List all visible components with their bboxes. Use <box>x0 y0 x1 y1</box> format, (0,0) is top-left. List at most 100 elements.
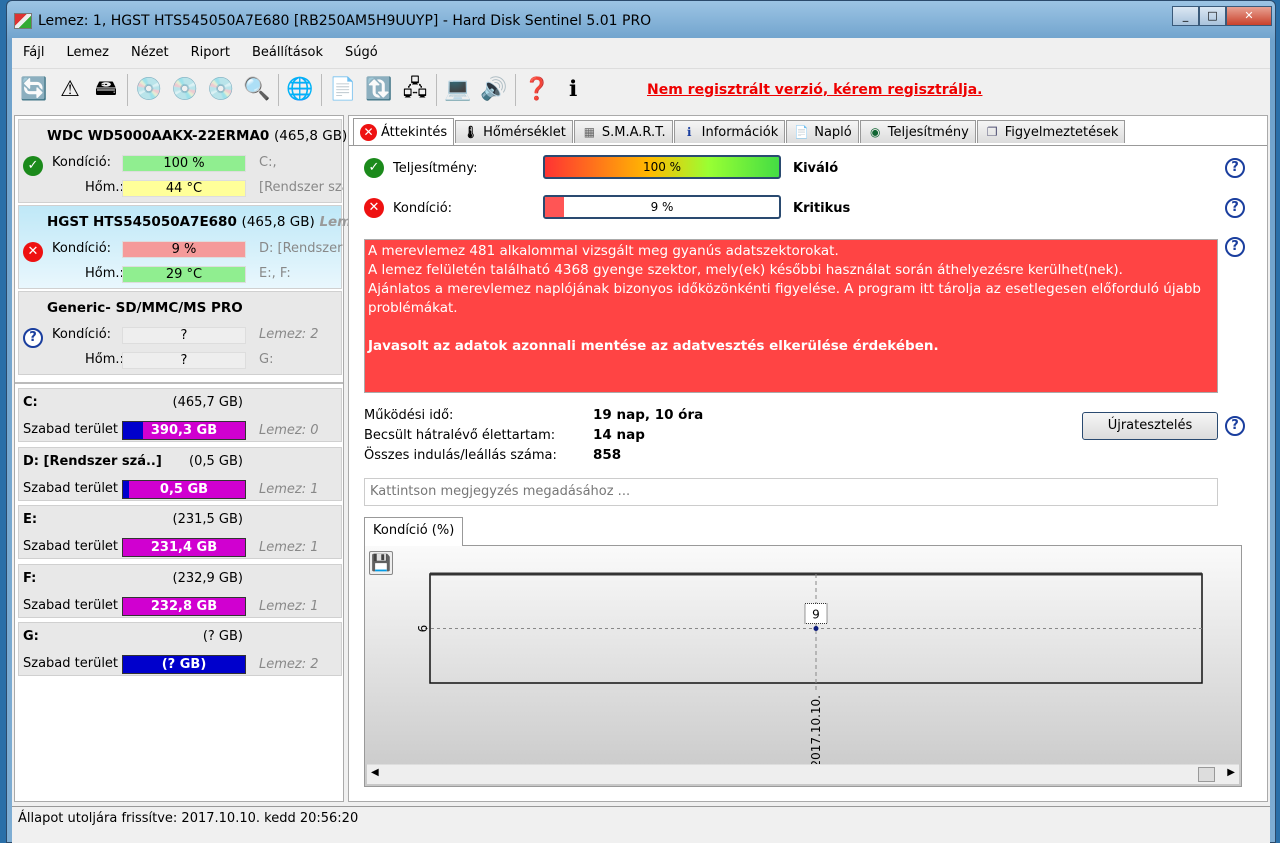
volume-name: C: <box>23 395 38 410</box>
volume-item[interactable]: G: (? GB) Szabad terület (? GB) Lemez: 2 <box>18 622 342 676</box>
y-tick-label: 9 <box>415 625 429 633</box>
tab-log[interactable]: 📄 Napló <box>786 120 859 143</box>
startstop-value: 858 <box>593 447 622 463</box>
menu-item[interactable]: Beállítások <box>241 41 334 65</box>
sync-icon: 🔃 <box>365 77 393 102</box>
menu-item[interactable]: Fájl <box>12 41 55 65</box>
menu-item[interactable]: Súgó <box>334 41 389 65</box>
tab-info[interactable]: ℹ Információk <box>673 120 786 143</box>
condition-label: Kondíció: <box>393 201 453 216</box>
disk-button[interactable]: 🖴 <box>88 72 124 108</box>
free-space-bar: 231,4 GB <box>122 538 246 557</box>
menu-item[interactable]: Lemez <box>55 41 120 65</box>
menu-item[interactable]: Riport <box>180 41 241 65</box>
alert-refresh-button[interactable]: ⚠ <box>52 72 88 108</box>
sync-button[interactable]: 🔃 <box>361 72 397 108</box>
disk-sound-button[interactable]: 💿 <box>131 72 167 108</box>
ok-icon: ✓ <box>23 156 43 176</box>
free-space-label: Szabad terület <box>23 480 119 496</box>
network-icon: 🖧 <box>402 75 428 101</box>
speaker-button[interactable]: 🔊 <box>476 72 512 108</box>
volume-name: D: [Rendszer szá..] <box>23 453 162 469</box>
help-icon[interactable]: ? <box>1225 237 1245 257</box>
help-icon[interactable]: ? <box>1225 158 1245 178</box>
info-icon: ℹ <box>568 77 578 102</box>
volume-disk: Lemez: 0 <box>259 423 319 438</box>
free-space-bar: 0,5 GB <box>122 479 246 499</box>
help-icon: ❓ <box>523 77 551 102</box>
volume-item[interactable]: D: [Rendszer szá..] (0,5 GB) Szabad terüle… <box>18 446 342 501</box>
disk-check-button[interactable]: 💿 <box>203 72 239 108</box>
status-bar: Állapot utoljára frissítve: 2017.10.10. … <box>12 806 1270 831</box>
disk-partitions: G: <box>259 352 274 367</box>
help-icon[interactable]: ? <box>1225 416 1245 436</box>
tab-chip[interactable]: ▦ S.M.A.R.T. <box>573 120 673 143</box>
close-button[interactable]: ✕ <box>1226 6 1272 26</box>
client-area: Fájl Lemez Nézet Riport Beállítások Súgó 🔄 ⚠ 🖴 💿… <box>12 38 1270 843</box>
window-controls: _ □ ✕ <box>1172 6 1272 26</box>
volume-disk: Lemez: 1 <box>259 540 319 555</box>
disk-partitions: E:, F: <box>259 266 291 281</box>
free-space-label: Szabad terület <box>23 539 119 554</box>
refresh-button[interactable]: 🔄 <box>16 72 52 108</box>
minimize-button[interactable]: _ <box>1172 6 1199 26</box>
free-space-label: Szabad terület <box>23 422 119 437</box>
volume-item[interactable]: C: (465,7 GB) Szabad terület 390,3 GB Lemez:… <box>18 388 342 442</box>
data-label: 9 <box>812 608 820 622</box>
condition-label: Kondíció: <box>52 241 112 256</box>
toolbar-separator <box>127 73 128 106</box>
gauge-icon: ◉ <box>869 124 881 139</box>
condition-value: ? <box>122 327 246 344</box>
maximize-button[interactable]: □ <box>1199 6 1226 26</box>
disk-partitions: [Rendszer szá <box>259 180 343 195</box>
tab-label: Napló <box>814 124 852 140</box>
unknown-icon: ? <box>23 328 43 348</box>
temperature-value: 29 °C <box>122 266 246 283</box>
disk-item[interactable]: Generic- SD/MMC/MS PRO ? Kondíció:? Hőm.:?… <box>18 291 342 375</box>
scroll-thumb[interactable] <box>1198 767 1215 782</box>
note-input[interactable]: Kattintson megjegyzés megadásához ... <box>364 478 1218 506</box>
scroll-right-icon[interactable]: ▶ <box>1227 767 1235 778</box>
chip-icon: ▦ <box>583 124 596 139</box>
volume-item[interactable]: E: (231,5 GB) Szabad terület 231,4 GB Lemez:… <box>18 505 342 559</box>
volume-disk: Lemez: 1 <box>259 481 319 497</box>
register-link[interactable]: Nem regisztrált verzió, kérem regisztrál… <box>647 82 982 98</box>
free-space-bar: 232,8 GB <box>122 596 246 616</box>
menu-item[interactable]: Nézet <box>120 41 180 65</box>
disk-item[interactable]: HGST HTS545050A7E680 (465,8 GB) Lemez: ✕ K… <box>18 205 374 289</box>
volume-size: (? GB) <box>202 629 243 644</box>
tab-label: Figyelmeztetések <box>1004 124 1119 140</box>
tab-error[interactable]: ✕ Áttekintés <box>353 118 455 145</box>
network-button[interactable]: 🖧 <box>397 72 433 108</box>
help-icon[interactable]: ? <box>1225 198 1245 218</box>
error-icon: ✕ <box>360 123 377 141</box>
startstop-label: Összes indulás/leállás száma: <box>364 448 557 463</box>
tab-condition-chart[interactable]: Kondíció (%) <box>364 517 464 546</box>
window-title: Lemez: 1, HGST HTS545050A7E680 [RB250AM5… <box>38 13 652 29</box>
tab-alerts[interactable]: ❐ Figyelmeztetések <box>976 120 1126 143</box>
globe-disk-button[interactable]: 🌐 <box>282 72 318 108</box>
tab-thermometer[interactable]: 🌡 Hőmérséklet <box>455 120 573 143</box>
disk-model: HGST HTS545050A7E680 <box>47 214 237 230</box>
info-button[interactable]: ℹ <box>555 72 591 108</box>
condition-rating: Kritikus <box>793 201 851 216</box>
volume-item[interactable]: F: (232,9 GB) Szabad terület 232,8 GB Lemez:… <box>18 563 342 618</box>
volume-size: (232,9 GB) <box>172 570 243 586</box>
tab-label: Teljesítmény <box>887 124 969 140</box>
report-button[interactable]: 📄 <box>325 72 361 108</box>
volume-disk: Lemez: 1 <box>259 598 319 614</box>
performance-bar: 100 % <box>543 155 781 179</box>
scroll-left-icon[interactable]: ◀ <box>371 767 379 778</box>
terminal-button[interactable]: 💻 <box>440 72 476 108</box>
retest-button[interactable]: Újratesztelés <box>1082 412 1218 440</box>
disk-model: WDC WD5000AAKX-22ERMA0 <box>47 128 270 144</box>
disk-item[interactable]: WDC WD5000AAKX-22ERMA0 (465,8 GB) L✓ Kond… <box>18 119 361 203</box>
disk-clock-button[interactable]: 💿 <box>167 72 203 108</box>
help-button[interactable]: ❓ <box>519 72 555 108</box>
horizontal-scrollbar[interactable]: ◀ ▶ <box>367 764 1239 784</box>
tab-gauge[interactable]: ◉ Teljesítmény <box>859 120 976 143</box>
volume-size: (231,5 GB) <box>172 512 243 527</box>
condition-label: Kondíció: <box>52 155 112 170</box>
disk-search-button[interactable]: 🔍 <box>239 72 275 108</box>
volume-disk: Lemez: 2 <box>259 657 319 672</box>
